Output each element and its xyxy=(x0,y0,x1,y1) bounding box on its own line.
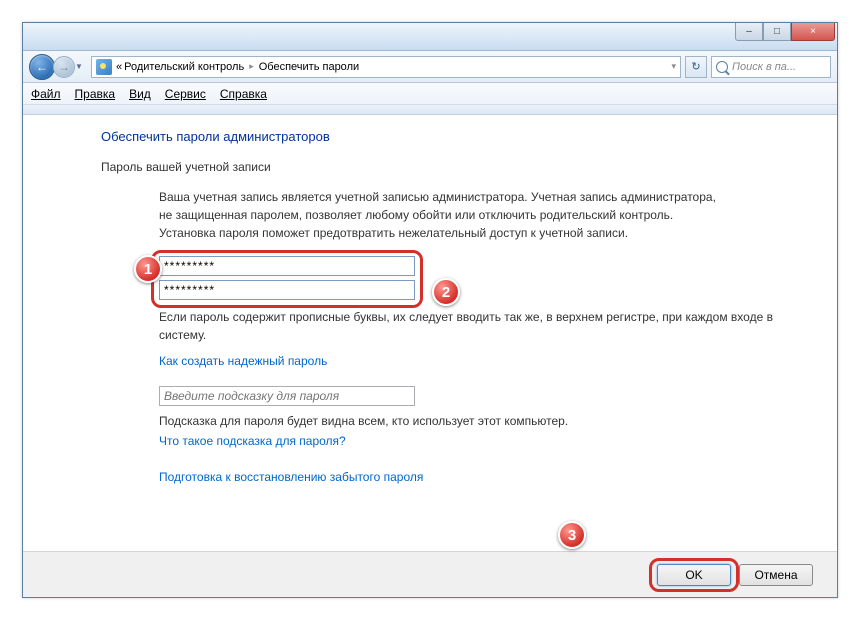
nav-arrows: ← → ▼ xyxy=(29,54,87,80)
menu-service[interactable]: Сервис xyxy=(165,87,206,101)
hint-note: Подсказка для пароля будет видна всем, к… xyxy=(159,412,809,430)
search-placeholder: Поиск в па... xyxy=(732,61,796,73)
annotation-badge-2: 2 xyxy=(432,278,460,306)
address-dropdown-icon[interactable]: ▾ xyxy=(671,61,676,72)
section-label: Пароль вашей учетной записи xyxy=(101,160,817,174)
confirm-password-input[interactable] xyxy=(159,280,415,300)
navigation-bar: ← → ▼ « Родительский контроль ▸ Обеспечи… xyxy=(23,51,837,83)
menu-view[interactable]: Вид xyxy=(129,87,151,101)
footer-bar: OK Отмена xyxy=(23,551,837,597)
breadcrumb-prefix: « xyxy=(116,61,122,73)
annotation-highlight-ok: OK xyxy=(657,564,731,586)
page-title: Обеспечить пароли администраторов xyxy=(101,129,817,144)
back-button[interactable]: ← xyxy=(29,54,55,80)
minimize-button[interactable]: – xyxy=(735,23,763,41)
toolbar-strip xyxy=(23,105,837,115)
menu-bar: Файл Правка Вид Сервис Справка xyxy=(23,83,837,105)
refresh-button[interactable]: ↻ xyxy=(685,56,707,78)
annotation-badge-1: 1 xyxy=(134,255,162,283)
password-hint-input[interactable] xyxy=(159,386,415,406)
forward-button[interactable]: → xyxy=(53,56,75,78)
breadcrumb-current[interactable]: Обеспечить пароли xyxy=(259,61,359,73)
cancel-button[interactable]: Отмена xyxy=(739,564,813,586)
description-text: Ваша учетная запись является учетной зап… xyxy=(159,188,719,242)
address-bar[interactable]: « Родительский контроль ▸ Обеспечить пар… xyxy=(91,56,681,78)
password-input[interactable] xyxy=(159,256,415,276)
menu-help[interactable]: Справка xyxy=(220,87,267,101)
maximize-button[interactable]: □ xyxy=(763,23,791,41)
search-input[interactable]: Поиск в па... xyxy=(711,56,831,78)
history-dropdown-icon[interactable]: ▼ xyxy=(75,62,87,71)
breadcrumb-separator-icon: ▸ xyxy=(249,61,254,72)
breadcrumb: « Родительский контроль ▸ Обеспечить пар… xyxy=(116,61,359,73)
password-inputs-group xyxy=(159,256,439,300)
link-password-recovery[interactable]: Подготовка к восстановлению забытого пар… xyxy=(159,468,423,486)
caps-note: Если пароль содержит прописные буквы, их… xyxy=(159,308,809,344)
link-strong-password[interactable]: Как создать надежный пароль xyxy=(159,352,327,370)
close-button[interactable]: × xyxy=(791,23,835,41)
menu-edit[interactable]: Правка xyxy=(75,87,116,101)
control-panel-icon xyxy=(96,59,112,75)
content-area: Обеспечить пароли администраторов Пароль… xyxy=(23,115,837,555)
menu-file[interactable]: Файл xyxy=(31,87,61,101)
search-icon xyxy=(716,61,728,73)
ok-button[interactable]: OK xyxy=(657,564,731,586)
breadcrumb-parent[interactable]: Родительский контроль xyxy=(124,61,244,73)
link-what-is-hint[interactable]: Что такое подсказка для пароля? xyxy=(159,432,346,450)
annotation-badge-3: 3 xyxy=(558,521,586,549)
window-frame: – □ × ← → ▼ « Родительский контроль ▸ Об… xyxy=(22,22,838,598)
title-bar: – □ × xyxy=(23,23,837,51)
window-controls: – □ × xyxy=(735,23,835,41)
